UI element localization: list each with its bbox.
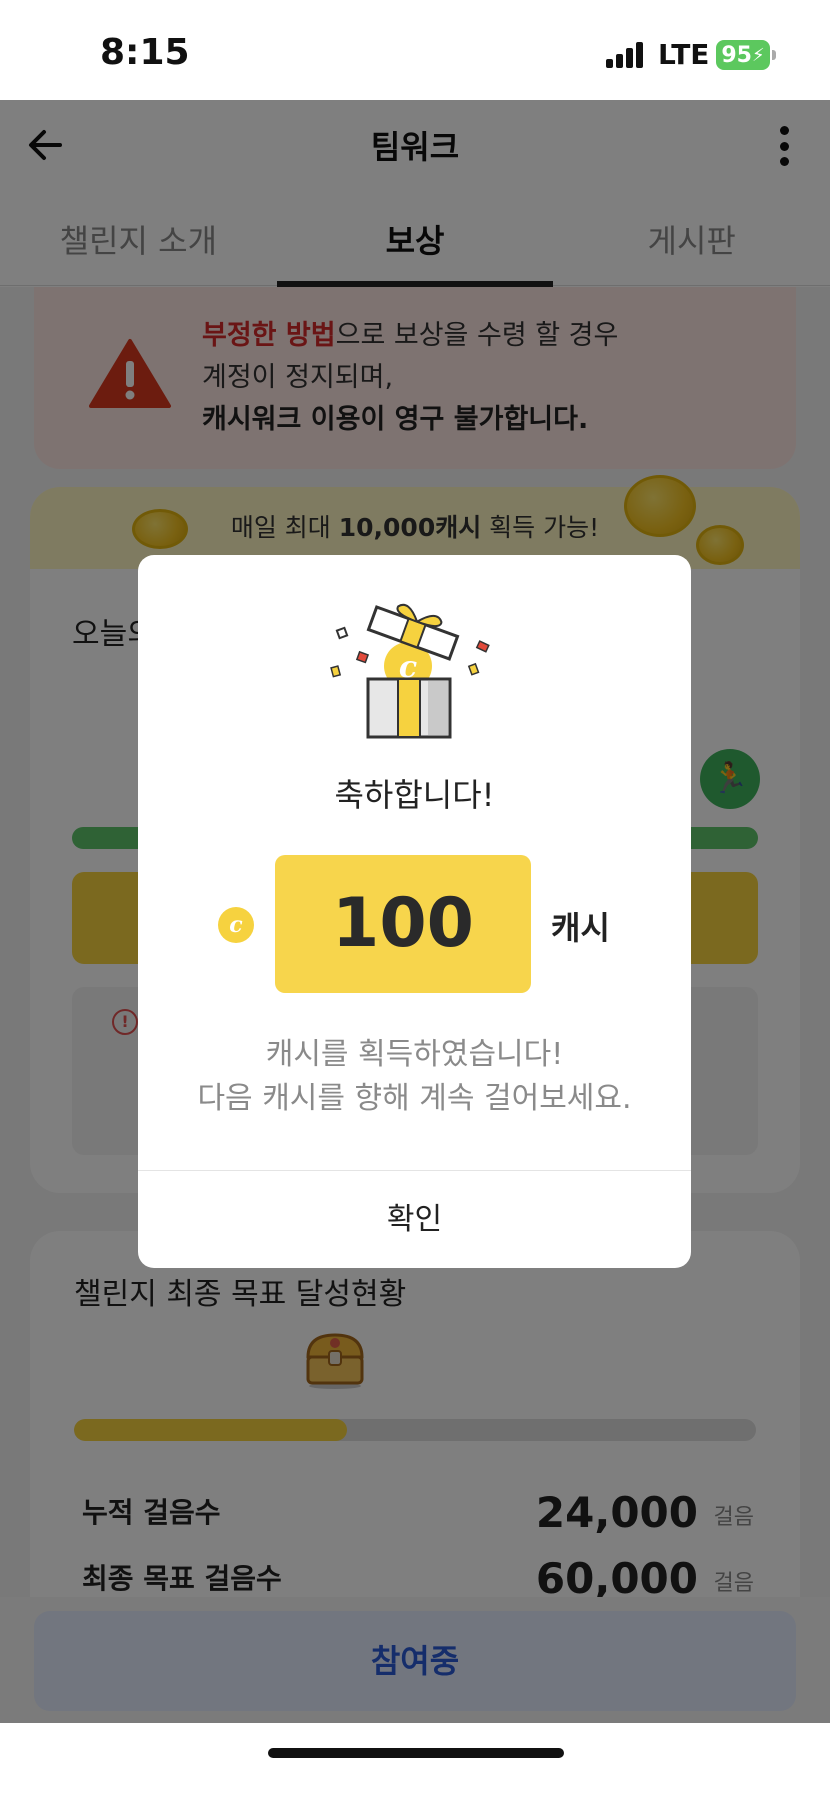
reward-modal: c 축하합니다! c 100 캐시 캐시를 획득하였습니다! 다음 캐시를 향해… bbox=[138, 555, 691, 1268]
home-indicator[interactable] bbox=[268, 1748, 564, 1758]
reward-unit: 캐시 bbox=[551, 909, 610, 947]
confirm-button[interactable]: 확인 bbox=[138, 1171, 691, 1268]
modal-message: 캐시를 획득하였습니다! 다음 캐시를 향해 계속 걸어보세요. bbox=[138, 1033, 691, 1121]
message-line1: 캐시를 획득하였습니다! bbox=[265, 1037, 564, 1072]
cash-coin-icon: c bbox=[218, 907, 254, 943]
message-line2: 다음 캐시를 향해 계속 걸어보세요. bbox=[197, 1081, 632, 1116]
status-bar: 8:15 LTE 95 ⚡ bbox=[0, 0, 830, 100]
status-time: 8:15 bbox=[100, 32, 190, 73]
modal-title: 축하합니다! bbox=[334, 776, 495, 814]
signal-icon bbox=[606, 42, 646, 68]
network-label: LTE bbox=[658, 38, 710, 71]
gift-box-icon: c bbox=[330, 603, 490, 739]
battery-icon: 95 ⚡ bbox=[716, 40, 770, 70]
reward-amount-row: c 100 캐시 bbox=[138, 855, 691, 995]
battery-level: 95 bbox=[721, 42, 752, 68]
reward-amount: 100 bbox=[275, 855, 531, 993]
battery-tip bbox=[772, 50, 776, 60]
home-area bbox=[0, 1723, 830, 1796]
